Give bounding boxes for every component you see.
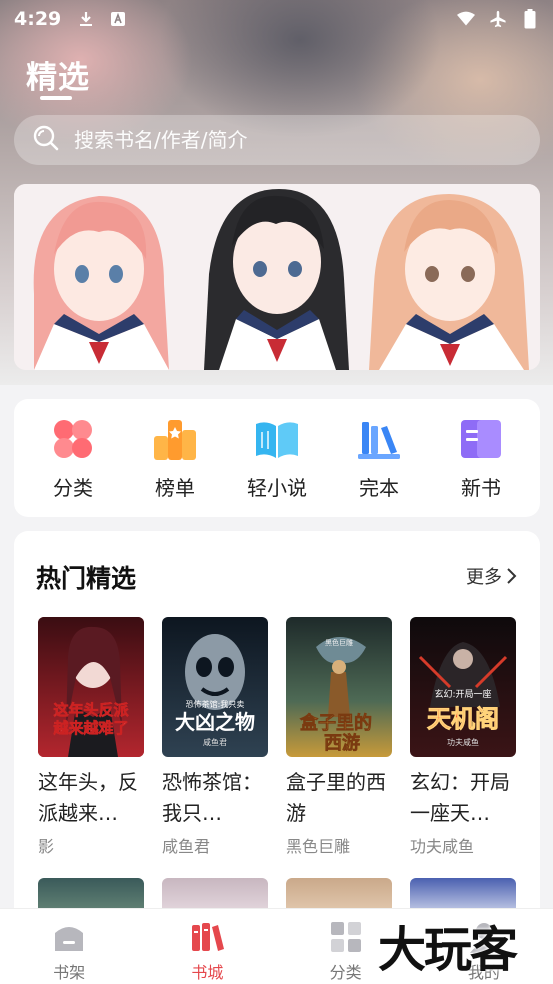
svg-text:西游: 西游	[324, 732, 360, 754]
battery-icon	[521, 9, 539, 29]
category-icon	[330, 922, 361, 952]
books-icon	[358, 421, 400, 459]
book-title: 恐怖茶馆：我只…	[162, 770, 262, 825]
banner-illustration	[14, 184, 540, 370]
svg-text:大凶之物: 大凶之物	[175, 710, 255, 734]
shortcut-new-books[interactable]: 新书	[436, 416, 526, 501]
book-card[interactable]: 黑色巨雕 盒子里的 西游 盒子里的西游 黑色巨雕	[286, 617, 394, 857]
grid-icon	[54, 419, 92, 458]
section-title: 热门精选	[36, 564, 137, 593]
svg-text:盒子里的: 盒子里的	[300, 712, 372, 734]
new-book-icon	[461, 419, 501, 458]
search-bar[interactable]	[14, 115, 540, 165]
more-label: 更多	[466, 567, 502, 588]
shortcut-label: 分类	[53, 475, 93, 500]
nav-label: 分类	[329, 963, 362, 982]
bookstore-icon	[192, 923, 225, 951]
svg-text:黑色巨雕: 黑色巨雕	[325, 638, 353, 647]
svg-text:这年头反派: 这年头反派	[53, 701, 129, 719]
svg-text:恐怖茶馆:我只卖: 恐怖茶馆:我只卖	[186, 699, 245, 709]
nav-bookstore[interactable]: 书城	[138, 909, 276, 984]
book-cover: 这年头反派 越来越难了	[38, 617, 144, 757]
download-icon	[77, 10, 95, 28]
shortcut-completed[interactable]: 完本	[334, 416, 424, 501]
hot-picks-section: 热门精选 更多 这年头反派 越来越难了 这年头，反派越来… 影 恐怖茶馆:我只卖…	[14, 531, 540, 931]
shortcut-label: 榜单	[155, 475, 195, 500]
search-input[interactable]	[74, 128, 494, 152]
book-cover: 恐怖茶馆:我只卖 大凶之物 咸鱼君	[162, 617, 268, 757]
book-title: 玄幻：开局一座天…	[410, 770, 510, 825]
book-author: 功夫咸鱼	[410, 837, 475, 856]
book-card[interactable]: 恐怖茶馆:我只卖 大凶之物 咸鱼君 恐怖茶馆：我只… 咸鱼君	[162, 617, 270, 857]
category-shortcuts: 分类 榜单 轻小说 完本 新书	[14, 399, 540, 517]
svg-text:越来越难了: 越来越难了	[52, 719, 128, 737]
nav-bookshelf[interactable]: 书架	[0, 909, 138, 984]
chevron-right-icon	[507, 568, 517, 584]
svg-text:功夫咸鱼: 功夫咸鱼	[447, 737, 479, 747]
svg-text:天机阁: 天机阁	[427, 705, 499, 733]
book-title: 盒子里的西游	[286, 770, 386, 825]
bookshelf-icon	[55, 927, 84, 951]
shortcut-light-novel[interactable]: 轻小说	[232, 416, 322, 501]
book-cover: 玄幻:开局一座 天机阁 功夫咸鱼	[410, 617, 516, 757]
shortcut-label: 完本	[359, 475, 399, 500]
book-card[interactable]: 这年头反派 越来越难了 这年头，反派越来… 影	[38, 617, 146, 857]
airplane-icon	[489, 10, 507, 28]
shortcut-category[interactable]: 分类	[28, 416, 118, 501]
book-card[interactable]: 玄幻:开局一座 天机阁 功夫咸鱼 玄幻：开局一座天… 功夫咸鱼	[410, 617, 518, 857]
promo-banner[interactable]	[14, 184, 540, 370]
book-author: 影	[38, 837, 55, 856]
shortcut-label: 新书	[461, 475, 501, 500]
status-bar: 4:29	[0, 0, 553, 38]
nav-label: 书城	[191, 963, 224, 982]
watermark-logo: 大玩客	[378, 922, 518, 978]
title-tab-indicator	[40, 96, 72, 100]
search-icon	[32, 124, 60, 156]
open-book-icon	[256, 421, 298, 458]
book-cover: 黑色巨雕 盒子里的 西游	[286, 617, 392, 757]
svg-text:咸鱼君: 咸鱼君	[203, 737, 227, 747]
book-title: 这年头，反派越来…	[38, 770, 138, 825]
svg-text:玄幻:开局一座: 玄幻:开局一座	[434, 688, 491, 700]
ranking-icon	[154, 419, 196, 460]
a-notification-icon	[109, 10, 127, 28]
shortcut-label: 轻小说	[247, 475, 307, 500]
status-time: 4:29	[14, 8, 62, 30]
page-title[interactable]: 精选	[26, 52, 90, 97]
book-author: 咸鱼君	[162, 837, 211, 856]
book-author: 黑色巨雕	[286, 837, 351, 856]
more-button[interactable]: 更多	[466, 563, 518, 589]
nav-label: 书架	[53, 963, 86, 982]
shortcut-ranking[interactable]: 榜单	[130, 416, 220, 501]
wifi-icon	[457, 10, 475, 28]
